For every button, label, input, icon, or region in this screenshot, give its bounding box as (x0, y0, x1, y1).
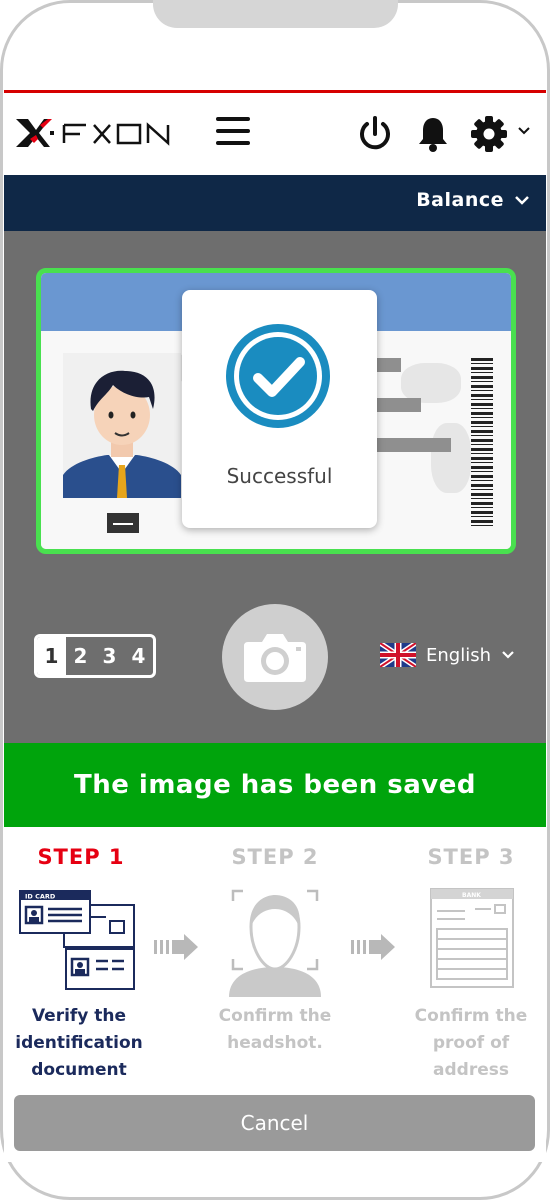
step-1-description: Verify the identification document (4, 1003, 154, 1084)
text-line (371, 398, 421, 412)
chevron-down-icon (502, 651, 514, 659)
fxon-logo-icon (16, 119, 170, 147)
success-dialog: Successful (182, 290, 377, 528)
balance-label: Balance (416, 189, 504, 211)
step-3-title: STEP 3 (427, 845, 515, 869)
logout-button[interactable] (356, 115, 394, 153)
capture-step-1: 1 (37, 637, 66, 675)
balance-bar: Balance (4, 175, 546, 231)
top-header (4, 93, 546, 175)
gear-icon (471, 116, 507, 152)
step-2-title: STEP 2 (231, 845, 319, 869)
step-1-desc-line: Verify the (31, 1006, 127, 1026)
step-3-desc-line: Confirm the (414, 1006, 528, 1026)
uk-flag-icon (380, 643, 416, 667)
step-1-title: STEP 1 (37, 845, 125, 869)
id-text-lines (371, 358, 451, 458)
app-screen: Balance Successful 1 2 3 4 English The i… (4, 90, 546, 1162)
language-label: English (426, 644, 491, 666)
balance-dropdown[interactable]: Balance (416, 189, 530, 211)
step-2-description: Confirm the headshot. (200, 1003, 350, 1057)
step-3-description: Confirm the proof of address (396, 1003, 546, 1084)
barcode (471, 358, 493, 528)
step-2-desc-line: headshot. (227, 1033, 323, 1053)
headshot-icon (229, 889, 321, 997)
step-3-desc-line: proof of (432, 1033, 510, 1053)
id-chip (107, 513, 139, 533)
step-1-desc-line: identification (15, 1033, 143, 1053)
bell-icon (419, 118, 447, 152)
arrow-right-icon (351, 934, 395, 960)
step-3-desc-line: address (433, 1060, 509, 1080)
camera-preview: Successful 1 2 3 4 English (4, 231, 546, 743)
language-selector[interactable]: English (380, 643, 515, 667)
arrow-right-icon (154, 934, 198, 960)
id-card-icon: ID CARD (19, 890, 135, 990)
verification-steps: STEP 1 STEP 2 STEP 3 ID CARD BANK Verify… (4, 827, 546, 1095)
person-illustration (63, 353, 181, 498)
phone-frame: Balance Successful 1 2 3 4 English The i… (0, 0, 550, 1200)
cancel-button[interactable]: Cancel (14, 1095, 535, 1151)
id-card-caption: ID CARD (25, 893, 56, 901)
hamburger-bar (216, 117, 250, 121)
step-2-desc-line: Confirm the (218, 1006, 332, 1026)
success-text: Successful (226, 464, 333, 488)
capture-step-4: 4 (131, 644, 146, 668)
camera-icon (244, 634, 306, 682)
settings-button[interactable] (470, 115, 508, 153)
camera-shutter-button[interactable] (222, 604, 328, 710)
bank-caption: BANK (462, 892, 481, 899)
power-icon (360, 116, 390, 150)
bank-statement-icon: BANK (430, 888, 514, 988)
image-saved-banner: The image has been saved (4, 743, 546, 827)
checkmark-circle-icon (226, 324, 330, 428)
chevron-down-icon[interactable] (516, 123, 532, 139)
menu-button[interactable] (216, 117, 250, 151)
id-photo (63, 353, 181, 498)
capture-step-indicator: 1 2 3 4 (34, 634, 156, 678)
hamburger-bar (216, 129, 250, 133)
capture-step-3: 3 (102, 644, 117, 668)
text-line (371, 438, 451, 452)
notifications-button[interactable] (414, 115, 452, 153)
device-notch (153, 0, 398, 28)
chevron-down-icon (515, 196, 529, 205)
hamburger-bar (216, 141, 250, 145)
fxon-logo[interactable] (14, 115, 189, 151)
capture-step-2: 2 (73, 644, 88, 668)
step-1-desc-line: document (31, 1060, 127, 1080)
